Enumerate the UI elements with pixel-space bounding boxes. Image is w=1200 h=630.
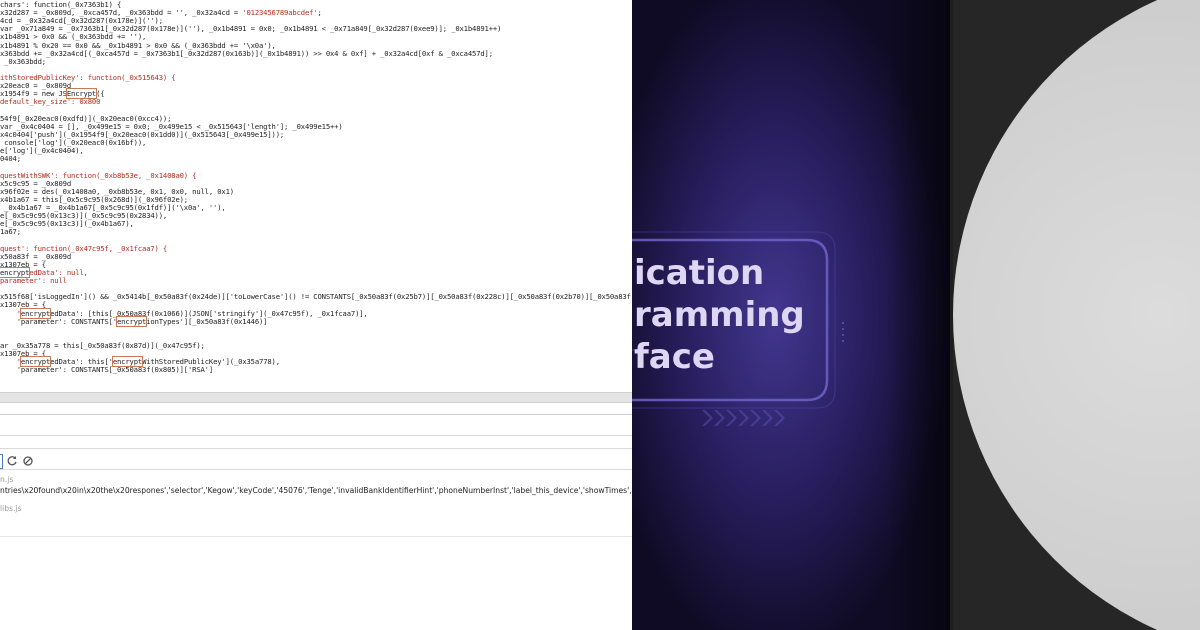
code-token: '0123456789abcdef' [242,8,318,18]
code-token: x363bdd += _0x32a4cd[(_0xca457d = _0x736… [0,48,493,58]
code-token: 'parameter': CONSTANTS[' [0,316,117,326]
video-text-line: ramming [634,295,805,335]
record-disc-icon [953,0,1200,630]
code-line: parameter': null [0,277,67,285]
code-token: _0x363bdd; [0,56,46,66]
search-match-highlight: encrypt [115,315,148,327]
console-output-line: ntries\x20found\x20in\x20the\x20respones… [0,486,632,495]
code-token: 1a67; [0,227,21,237]
code-line: default_key_size': 0x800 [0,98,100,106]
code-token: 'parameter': CONSTANTS[_0x50a83f(0x805)]… [0,365,214,375]
code-line: _0x363bdd; [0,56,46,66]
source-code-view[interactable]: chars': function(_0x7363b1) {x32d287 = _… [0,0,632,392]
code-line: 'parameter': CONSTANTS['encryptionTypes'… [0,315,268,327]
console-source-link[interactable]: n.js [0,475,13,484]
code-token: ; [317,8,322,18]
divider [0,414,632,415]
panel-splitter[interactable] [0,392,632,403]
record-panel [953,0,1200,630]
code-line: 1a67; [0,228,21,236]
clear-console-icon[interactable] [22,455,34,467]
divider [0,435,632,436]
code-token: default_key_size': 0x800 [0,97,101,107]
code-line: x515f68['isLoggedIn']() && _0x5414b[_0x5… [0,293,632,301]
console-input-cursor[interactable] [0,454,3,469]
video-text-line: face [634,337,715,377]
code-line: x363bdd += _0x32a4cd[(_0xca457d = _0x736… [0,48,493,58]
divider [0,536,632,537]
video-text-line: ication [634,253,765,293]
video-frame: ication ramming face [632,0,950,630]
console-toolbar [0,452,632,470]
reload-icon[interactable] [6,455,18,467]
code-token: 0404; [0,154,21,164]
code-line: 0404; [0,155,21,163]
devtools-panel: chars': function(_0x7363b1) {x32d287 = _… [0,0,632,630]
console-source-link[interactable]: libs.js [0,504,21,513]
code-line: 'parameter': CONSTANTS[_0x50a83f(0x805)]… [0,366,213,374]
divider [0,448,632,449]
code-token: parameter': null [0,276,67,286]
code-token: ionTypes'][_0x50a83f(0x1446)] [146,316,268,326]
code-token: x515f68['isLoggedIn']() && _0x5414b[_0x5… [0,292,632,302]
video-title-text: ication ramming face [632,252,832,378]
